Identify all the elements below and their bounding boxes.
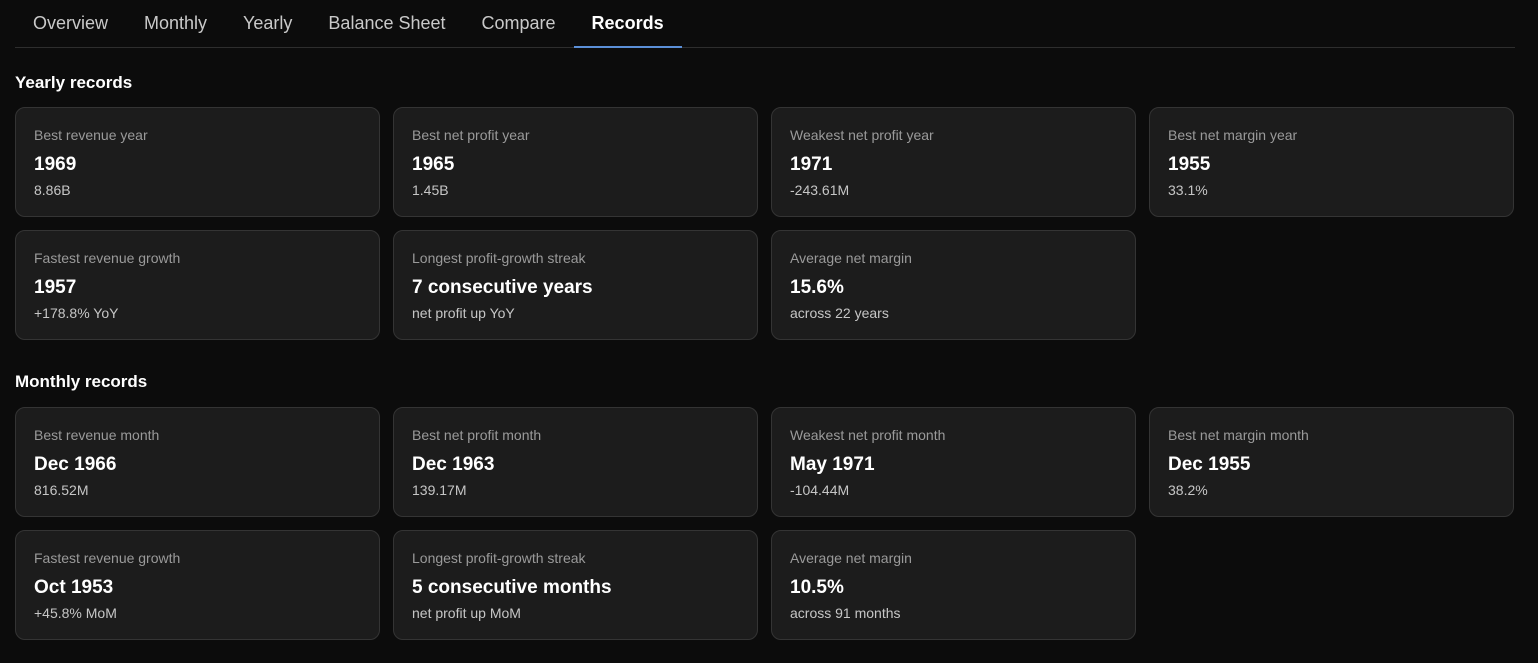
record-card-best-net-profit-month: Best net profit month Dec 1963 139.17M <box>393 407 758 517</box>
record-card-best-net-margin-month: Best net margin month Dec 1955 38.2% <box>1149 407 1514 517</box>
record-card-value: 1957 <box>34 277 77 298</box>
tab-balance-sheet[interactable]: Balance Sheet <box>310 0 463 47</box>
record-card-detail: -243.61M <box>790 182 850 198</box>
record-card-value: 1955 <box>1168 154 1211 175</box>
tab-bar: Overview Monthly Yearly Balance Sheet Co… <box>15 0 1515 48</box>
record-card-value: 7 consecutive years <box>412 277 593 298</box>
record-card-detail: net profit up MoM <box>412 605 521 621</box>
record-card-detail: across 22 years <box>790 305 889 321</box>
record-card-label: Average net margin <box>790 250 912 266</box>
record-card-value: 5 consecutive months <box>412 577 612 598</box>
record-card-label: Best revenue year <box>34 127 148 143</box>
record-card-best-revenue-month: Best revenue month Dec 1966 816.52M <box>15 407 380 517</box>
record-card-value: Dec 1966 <box>34 454 117 475</box>
record-card-value: 1971 <box>790 154 833 175</box>
record-card-label: Best net profit month <box>412 427 542 443</box>
record-card-value: Dec 1963 <box>412 454 495 475</box>
record-card-detail: 1.45B <box>412 182 449 198</box>
record-card-label: Best revenue month <box>34 427 160 443</box>
record-card-best-net-margin-year: Best net margin year 1955 33.1% <box>1149 107 1514 217</box>
record-card-detail: 139.17M <box>412 482 467 498</box>
tab-yearly[interactable]: Yearly <box>225 0 310 47</box>
record-card-value: 15.6% <box>790 277 844 298</box>
record-card-detail: +178.8% YoY <box>34 305 119 321</box>
record-card-value: May 1971 <box>790 454 875 475</box>
record-card-label: Longest profit-growth streak <box>412 250 586 266</box>
monthly-records-title: Monthly records <box>15 372 148 391</box>
record-card-value: 1969 <box>34 154 77 175</box>
record-card-label: Average net margin <box>790 550 912 566</box>
record-card-label: Best net profit year <box>412 127 530 143</box>
record-card-detail: net profit up YoY <box>412 305 515 321</box>
record-card-fastest-revenue-growth-year: Fastest revenue growth 1957 +178.8% YoY <box>15 230 380 340</box>
yearly-records-title: Yearly records <box>15 73 133 92</box>
record-card-detail: 38.2% <box>1168 482 1208 498</box>
record-card-label: Best net margin month <box>1168 427 1309 443</box>
record-card-detail: 8.86B <box>34 182 71 198</box>
record-card-longest-profit-growth-streak-years: Longest profit-growth streak 7 consecuti… <box>393 230 758 340</box>
record-card-best-net-profit-year: Best net profit year 1965 1.45B <box>393 107 758 217</box>
record-card-detail: 816.52M <box>34 482 89 498</box>
record-card-detail: across 91 months <box>790 605 901 621</box>
tab-overview[interactable]: Overview <box>15 0 126 47</box>
record-card-label: Fastest revenue growth <box>34 250 181 266</box>
record-card-value: Dec 1955 <box>1168 454 1251 475</box>
record-card-label: Fastest revenue growth <box>34 550 181 566</box>
record-card-label: Longest profit-growth streak <box>412 550 586 566</box>
record-card-label: Weakest net profit year <box>790 127 934 143</box>
record-card-value: 1965 <box>412 154 455 175</box>
record-card-detail: -104.44M <box>790 482 850 498</box>
records-page: Overview Monthly Yearly Balance Sheet Co… <box>0 0 1538 663</box>
record-card-weakest-net-profit-month: Weakest net profit month May 1971 -104.4… <box>771 407 1136 517</box>
record-card-fastest-revenue-growth-month: Fastest revenue growth Oct 1953 +45.8% M… <box>15 530 380 640</box>
tab-records[interactable]: Records <box>573 0 682 48</box>
record-card-label: Weakest net profit month <box>790 427 946 443</box>
tab-monthly[interactable]: Monthly <box>126 0 225 47</box>
record-card-value: 10.5% <box>790 577 844 598</box>
tab-compare[interactable]: Compare <box>464 0 574 47</box>
record-card-label: Best net margin year <box>1168 127 1298 143</box>
record-card-average-net-margin-monthly: Average net margin 10.5% across 91 month… <box>771 530 1136 640</box>
record-card-detail: +45.8% MoM <box>34 605 117 621</box>
record-card-best-revenue-year: Best revenue year 1969 8.86B <box>15 107 380 217</box>
record-card-average-net-margin-yearly: Average net margin 15.6% across 22 years <box>771 230 1136 340</box>
record-card-weakest-net-profit-year: Weakest net profit year 1971 -243.61M <box>771 107 1136 217</box>
record-card-longest-profit-growth-streak-months: Longest profit-growth streak 5 consecuti… <box>393 530 758 640</box>
monthly-records-grid: Best revenue month Dec 1966 816.52M Best… <box>15 407 1515 640</box>
yearly-records-grid: Best revenue year 1969 8.86B Best net pr… <box>15 107 1515 340</box>
record-card-value: Oct 1953 <box>34 577 114 598</box>
record-card-detail: 33.1% <box>1168 182 1208 198</box>
